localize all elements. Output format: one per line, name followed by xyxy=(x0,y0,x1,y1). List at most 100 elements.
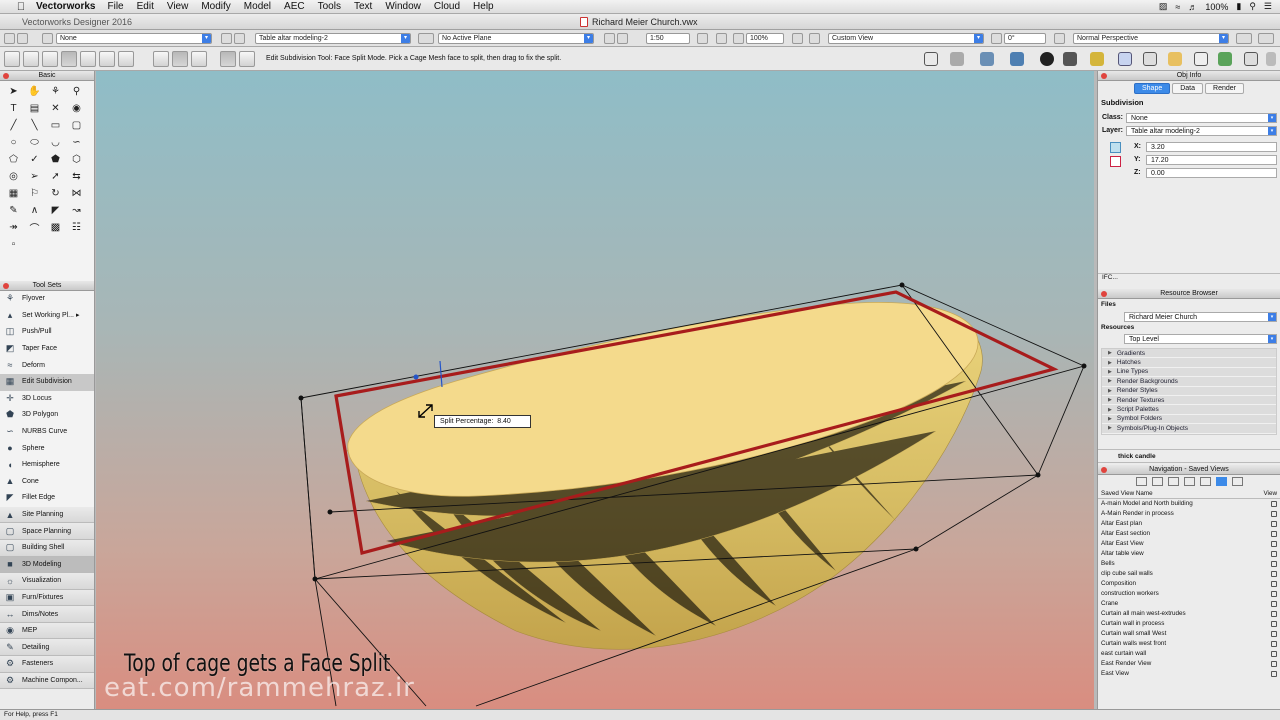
menu-text[interactable]: Text xyxy=(354,1,372,12)
dimension-tool-icon[interactable]: ✕ xyxy=(45,100,66,117)
disclosure-triangle-icon[interactable]: ▶ xyxy=(1108,407,1112,413)
view-icon[interactable] xyxy=(1271,630,1277,637)
toolset-item[interactable]: ✛ 3D Locus xyxy=(0,391,94,408)
double-line-icon[interactable]: ╲ xyxy=(24,117,45,134)
rotate-tool-icon[interactable]: ↻ xyxy=(45,185,66,202)
view-icon[interactable] xyxy=(1271,540,1277,547)
crease-mode-icon[interactable] xyxy=(80,51,96,67)
saved-view-row[interactable]: Composition xyxy=(1098,579,1280,589)
toolset-item[interactable]: ▦ Edit Subdivision xyxy=(0,373,94,391)
back-icon[interactable] xyxy=(4,33,15,44)
offset-icon[interactable]: ⋈ xyxy=(66,185,87,202)
resource-folder[interactable]: ▶ Render Styles xyxy=(1102,386,1276,396)
class-dropdown[interactable]: None ▾ xyxy=(1126,112,1277,123)
lights-icon[interactable] xyxy=(1010,52,1024,66)
scale-icon[interactable] xyxy=(604,33,615,44)
line-tool-icon[interactable]: ╱ xyxy=(3,117,24,134)
saved-view-row[interactable]: Altar East View xyxy=(1098,539,1280,549)
toolset-item[interactable]: ▢ Building Shell xyxy=(0,539,94,557)
nav-views-icon[interactable] xyxy=(1135,476,1147,486)
disclosure-triangle-icon[interactable]: ▶ xyxy=(1108,397,1112,403)
trim-icon[interactable]: ✎ xyxy=(3,202,24,219)
menu-modify[interactable]: Modify xyxy=(201,1,230,12)
drawing-viewport[interactable]: Split Percentage: 8.40 Top of cage gets … xyxy=(96,71,1094,709)
zoom-field[interactable]: 100% xyxy=(746,33,784,44)
saved-view-row[interactable]: A-Main Render in process xyxy=(1098,509,1280,519)
wifi-icon[interactable]: ≈ xyxy=(1175,2,1180,12)
transform-scale-icon[interactable] xyxy=(191,51,207,67)
battery-icon[interactable]: ▮ xyxy=(1236,1,1241,12)
transform-move-icon[interactable] xyxy=(153,51,169,67)
stairs-icon[interactable] xyxy=(1194,52,1208,66)
projection-select[interactable]: Normal Perspective ▾ xyxy=(1073,33,1229,44)
saved-view-row[interactable]: Curtain all main west-extrudes xyxy=(1098,609,1280,619)
tab-render[interactable]: Render xyxy=(1205,83,1244,94)
lighting-icon[interactable] xyxy=(1258,33,1274,44)
menu-window[interactable]: Window xyxy=(385,1,421,12)
rounded-rect-icon[interactable]: ▢ xyxy=(66,117,87,134)
saved-view-row[interactable]: Curtain wall in process xyxy=(1098,619,1280,629)
close-icon[interactable] xyxy=(3,73,9,79)
transform-rotate-icon[interactable] xyxy=(172,51,188,67)
arc-3pt-icon[interactable]: ⌒ xyxy=(24,219,45,236)
col-view[interactable]: View xyxy=(1263,490,1277,497)
model-canvas[interactable] xyxy=(96,71,1094,709)
menu-help[interactable]: Help xyxy=(473,1,494,12)
toolset-item[interactable]: ⚙ Machine Compon... xyxy=(0,672,94,690)
toolset-item[interactable]: ≈ Deform xyxy=(0,357,94,374)
toolset-item[interactable]: ▴ Set Working Pl... ▸ xyxy=(0,308,94,325)
toolset-item[interactable]: ■ 3D Modeling xyxy=(0,556,94,574)
settings-gear-icon[interactable] xyxy=(950,52,964,66)
saved-view-row[interactable]: clip cube sail walls xyxy=(1098,569,1280,579)
toolset-item[interactable]: ☼ Visualization xyxy=(0,573,94,590)
disclosure-triangle-icon[interactable]: ▶ xyxy=(1108,360,1112,366)
zoom-tool-icon[interactable]: ⚲ xyxy=(66,83,87,100)
files-dropdown[interactable]: Richard Meier Church ▾ xyxy=(1124,311,1277,322)
disclosure-triangle-icon[interactable]: ▶ xyxy=(1108,425,1112,431)
bulb-icon[interactable] xyxy=(1090,52,1104,66)
menu-cloud[interactable]: Cloud xyxy=(434,1,460,12)
bundle-icon[interactable]: ▫ xyxy=(3,236,24,253)
zoom-icon[interactable] xyxy=(733,33,744,44)
working-plane-icon[interactable] xyxy=(418,33,434,44)
flyover-icon[interactable]: ⚘ xyxy=(45,83,66,100)
view-icon[interactable] xyxy=(1271,570,1277,577)
vertex-mode-icon[interactable] xyxy=(4,51,20,67)
tab-shape[interactable]: Shape xyxy=(1133,83,1171,94)
toolset-item[interactable]: ● Sphere xyxy=(0,440,94,457)
close-icon[interactable] xyxy=(3,283,9,289)
reshape-icon[interactable]: ➚ xyxy=(45,168,66,185)
spiral-icon[interactable]: ◎ xyxy=(3,168,24,185)
close-icon[interactable] xyxy=(1101,73,1107,79)
fillet-tool-icon[interactable]: ◤ xyxy=(45,202,66,219)
face-mode-icon[interactable] xyxy=(42,51,58,67)
apple-icon[interactable]:  xyxy=(14,1,28,13)
view-icon[interactable] xyxy=(1271,650,1277,657)
volume-icon[interactable]: ♬ xyxy=(1188,2,1197,12)
saved-view-row[interactable]: A-main Model and North building xyxy=(1098,499,1280,509)
eyedropper-icon[interactable]: ➢ xyxy=(24,168,45,185)
window-tool-icon[interactable] xyxy=(1143,52,1157,66)
layer-select[interactable]: Table altar modeling-2 ▾ xyxy=(255,33,411,44)
grid-icon[interactable] xyxy=(1244,52,1258,66)
view-icon[interactable] xyxy=(1271,520,1277,527)
toolset-item[interactable]: ✎ Detailing xyxy=(0,639,94,657)
x-field[interactable]: 3.20 xyxy=(1146,141,1277,152)
nav-sheets-icon[interactable] xyxy=(1183,476,1195,486)
disclosure-triangle-icon[interactable]: ▶ xyxy=(1108,378,1112,384)
pan-hand-icon[interactable]: ✋ xyxy=(24,83,45,100)
split-tool-icon[interactable]: ▦ xyxy=(3,185,24,202)
edge-mode-icon[interactable] xyxy=(23,51,39,67)
forward-icon[interactable] xyxy=(17,33,28,44)
snap-icon[interactable] xyxy=(924,52,938,66)
mirror-icon[interactable]: ⇆ xyxy=(66,168,87,185)
toolset-item[interactable]: ∽ NURBS Curve xyxy=(0,424,94,441)
menu-view[interactable]: View xyxy=(167,1,189,12)
chamfer-icon[interactable]: ↝ xyxy=(66,202,87,219)
saved-view-row[interactable]: East View xyxy=(1098,669,1280,679)
layer-dropdown[interactable]: Table altar modeling-2 ▾ xyxy=(1126,125,1277,136)
regular-polygon-icon[interactable]: ⬟ xyxy=(45,151,66,168)
toolset-item[interactable]: ⚘ Flyover xyxy=(0,291,94,308)
scale-options-icon[interactable] xyxy=(617,33,628,44)
view-icon[interactable] xyxy=(1271,600,1277,607)
